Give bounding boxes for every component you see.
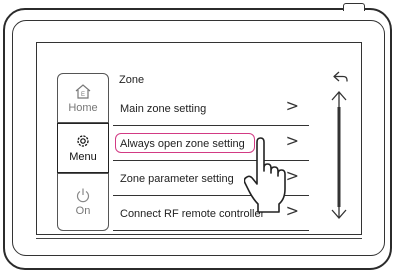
menu-button[interactable]: Menu: [57, 123, 109, 173]
screen-bottom-rule: [36, 238, 362, 239]
scrollbar-icon[interactable]: [327, 85, 351, 225]
back-arrow-icon[interactable]: [331, 69, 349, 85]
list-item-label: Zone parameter setting: [120, 173, 234, 185]
home-button[interactable]: E Home: [57, 73, 109, 123]
page-title: Zone: [119, 74, 145, 86]
menu-label: Menu: [69, 151, 97, 163]
list-item-main-zone[interactable]: Main zone setting >: [113, 91, 309, 126]
svg-text:E: E: [81, 92, 85, 98]
gear-icon: [75, 133, 91, 149]
list-item-label: Main zone setting: [120, 103, 207, 115]
list-item-label: Connect RF remote controller: [120, 208, 265, 220]
home-icon: E: [74, 83, 92, 100]
home-label: Home: [68, 101, 98, 114]
pointing-hand-icon: [243, 137, 304, 217]
power-button[interactable]: On: [57, 173, 109, 231]
power-icon: [75, 187, 91, 203]
list-item-label: Always open zone setting: [120, 138, 245, 150]
chevron-right-icon: >: [285, 96, 299, 115]
device-button: [343, 3, 365, 11]
ui-panel: E Home Menu On Zone Main zone setting > …: [57, 67, 354, 232]
power-label: On: [75, 205, 91, 217]
